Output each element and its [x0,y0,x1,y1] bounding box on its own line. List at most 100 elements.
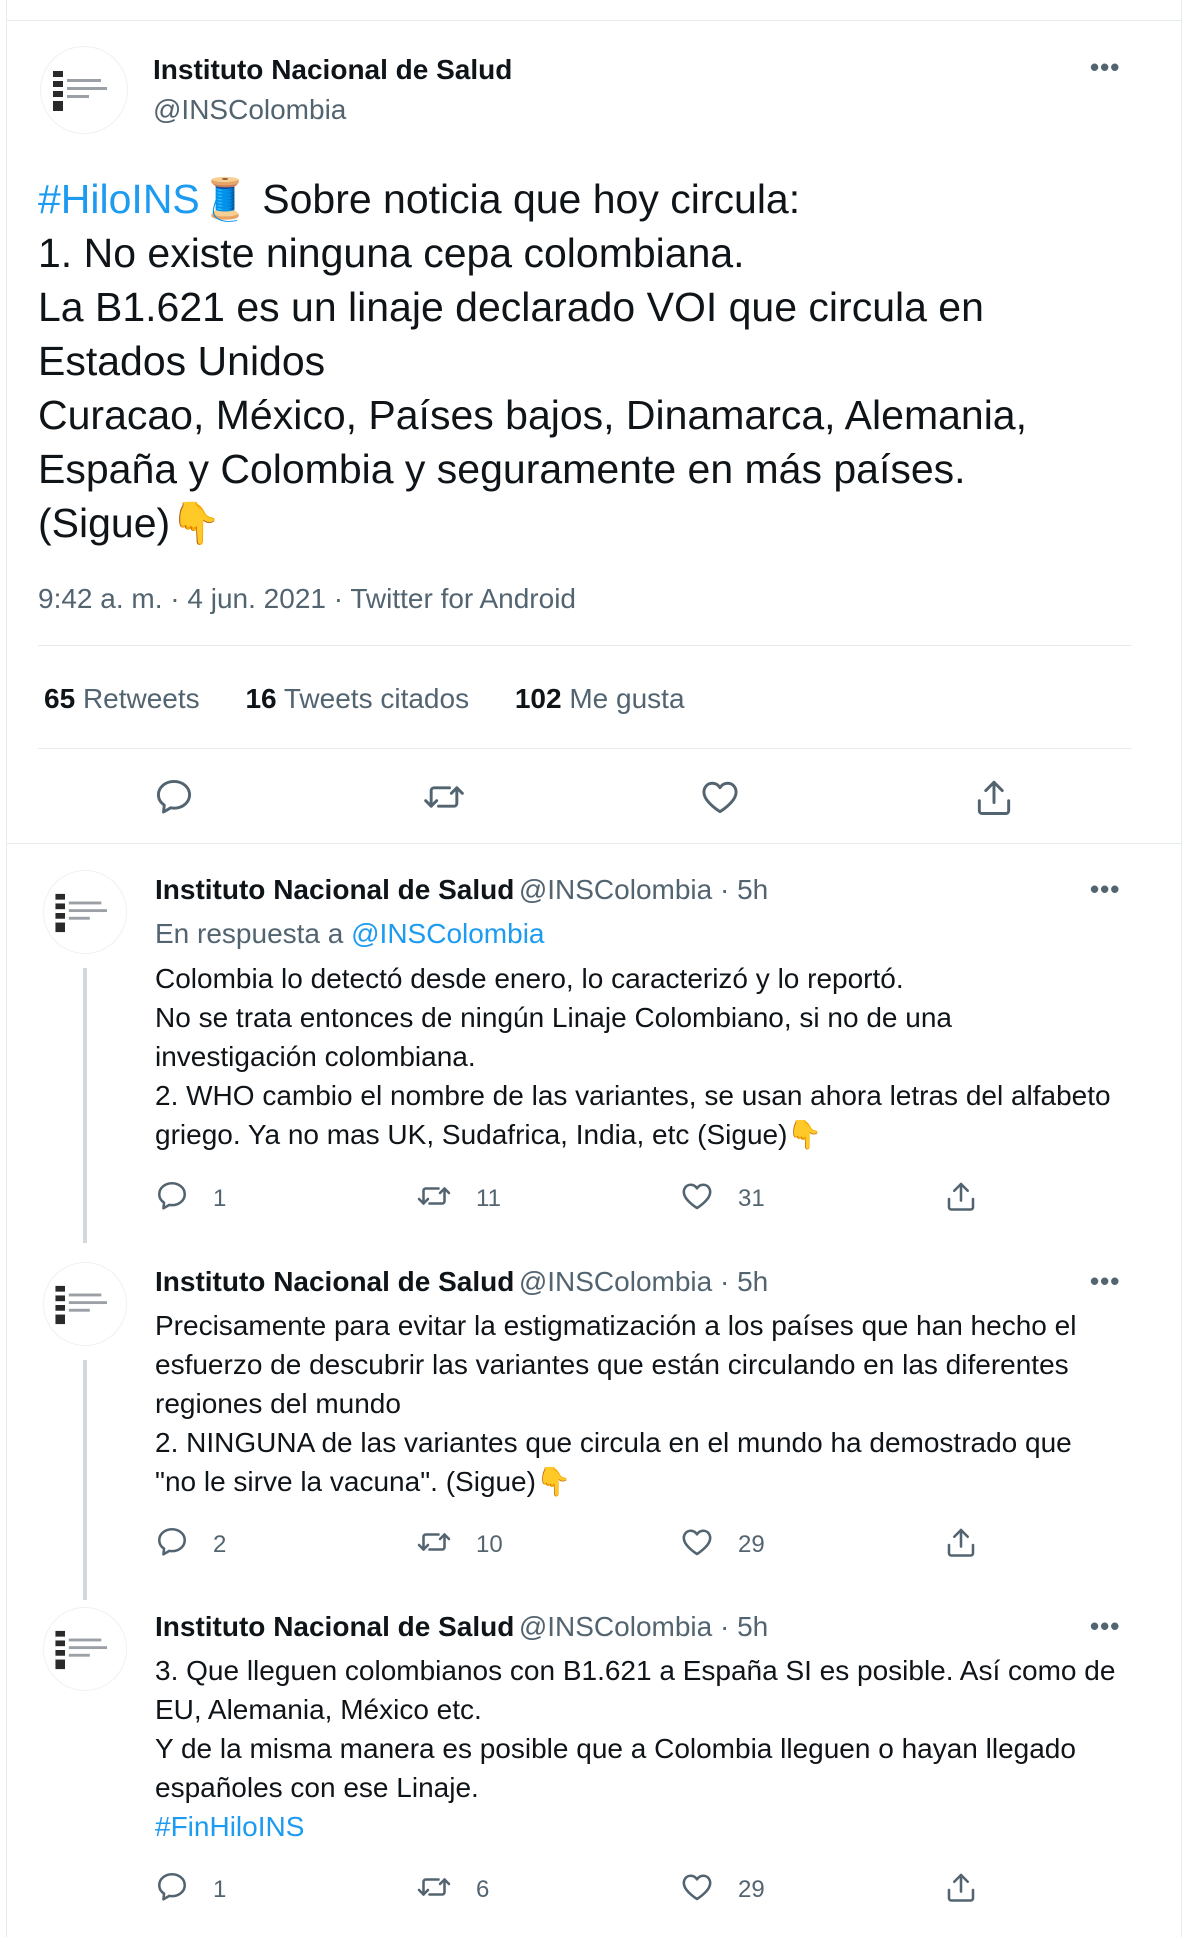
divider [38,645,1132,646]
author-handle[interactable]: @INSColombia [153,94,346,126]
heart-icon[interactable] [698,775,742,819]
reply-line: griego. Ya no mas UK, Sudafrica, India, … [155,1115,1155,1154]
more-icon[interactable]: ••• [1090,52,1120,83]
author-handle[interactable]: @INSColombia · 5h [519,1611,768,1642]
reply-line: 3. Que lleguen colombianos con B1.621 a … [155,1655,1116,1686]
more-icon[interactable]: ••• [1090,1266,1120,1297]
tweet-line-text: (Sigue) [38,500,171,546]
retweet-icon[interactable] [416,1524,452,1560]
author-name[interactable]: Instituto Nacional de Salud [155,1611,514,1642]
author-name[interactable]: Instituto Nacional de Salud [155,1266,514,1297]
likes-label: Me gusta [569,683,685,714]
reply-text: 3. Que lleguen colombianos con B1.621 a … [155,1651,1155,1846]
tweet-line-text: Sobre noticia que hoy circula: [262,176,801,222]
reply-header: Instituto Nacional de Salud @INSColombia… [155,1266,768,1298]
reply-count: 1 [213,1876,227,1903]
retweets-stat[interactable]: 65 Retweets [44,683,200,714]
reply-line: EU, Alemania, México etc. [155,1694,482,1725]
reply-header: Instituto Nacional de Salud @INSColombia… [155,1611,768,1643]
avatar[interactable] [40,46,128,134]
author-name[interactable]: Instituto Nacional de Salud [155,874,514,905]
reply-count: 1 [213,1185,227,1212]
thread-connector [83,1360,87,1600]
tweet-timestamp[interactable]: 9:42 a. m. · 4 jun. 2021 · Twitter for A… [38,583,576,615]
reply-to: En respuesta a @INSColombia [155,918,545,950]
retweets-label: Retweets [82,683,200,714]
retweets-count: 65 [44,683,76,714]
like-count: 29 [738,1876,765,1903]
reply-count: 2 [213,1531,227,1558]
tweet-line-3: La B1.621 es un linaje declarado VOI que… [38,284,984,330]
reply-text: Colombia lo detectó desde enero, lo cara… [155,959,1155,1154]
reply-icon[interactable] [154,1524,190,1560]
thread-connector [83,968,87,1243]
hashtag-link[interactable]: #HiloINS [38,176,200,222]
avatar[interactable] [43,1262,127,1346]
author-handle[interactable]: @INSColombia · 5h [519,874,768,905]
tweet-stats: 65 Retweets 16 Tweets citados 102 Me gus… [44,683,723,715]
reply-line: No se trata entonces de ningún Linaje Co… [155,1002,952,1033]
like-count: 31 [738,1185,765,1212]
like-count: 29 [738,1531,765,1558]
ins-logo-icon [53,71,107,111]
reply-line: 2. NINGUNA de las variantes que circula … [155,1427,1072,1458]
reply-line: Precisamente para evitar la estigmatizac… [155,1310,1077,1341]
avatar[interactable] [43,870,127,954]
reply-line: esfuerzo de descubrir las variantes que … [155,1349,1069,1380]
retweet-count: 6 [476,1876,490,1903]
retweet-count: 10 [476,1531,503,1558]
author-handle[interactable]: @INSColombia · 5h [519,1266,768,1297]
likes-stat[interactable]: 102 Me gusta [515,683,685,714]
share-icon[interactable] [943,1869,979,1905]
avatar[interactable] [43,1607,127,1691]
reply-line: Colombia lo detectó desde enero, lo cara… [155,963,904,994]
share-icon[interactable] [972,775,1016,819]
more-icon[interactable]: ••• [1090,1611,1120,1642]
likes-count: 102 [514,683,562,714]
tweet-line-4: Estados Unidos [38,338,326,384]
pointing-down-emoji: 👇 [787,1118,823,1151]
tweet-line-5: Curacao, México, Países bajos, Dinamarca… [38,392,1028,438]
top-divider [6,20,1182,21]
hashtag-link[interactable]: #FinHiloINS [155,1807,1155,1846]
retweet-icon[interactable] [416,1178,452,1214]
reply-line: "no le sirve la vacuna". (Sigue)👇 [155,1462,1155,1501]
reply-line-text: griego. Ya no mas UK, Sudafrica, India, … [155,1119,788,1150]
pointing-down-emoji: 👇 [170,499,222,547]
divider [38,748,1132,749]
tweet-line-7: (Sigue)👇 [38,496,1158,550]
reply-to-label: En respuesta a [155,918,344,949]
author-name[interactable]: Instituto Nacional de Salud [153,54,512,86]
quotes-stat[interactable]: 16 Tweets citados [245,683,469,714]
reply-line: investigación colombiana. [155,1041,476,1072]
share-icon[interactable] [943,1178,979,1214]
thread-emoji: 🧵 [199,175,251,223]
ins-logo-icon [55,1630,107,1670]
heart-icon[interactable] [679,1178,715,1214]
reply-icon[interactable] [154,1178,190,1214]
tweet-text: #HiloINS🧵 Sobre noticia que hoy circula:… [38,172,1158,550]
heart-icon[interactable] [679,1524,715,1560]
reply-icon[interactable] [152,775,196,819]
retweet-icon[interactable] [416,1869,452,1905]
share-icon[interactable] [943,1524,979,1560]
reply-line-text: "no le sirve la vacuna". (Sigue) [155,1466,536,1497]
retweet-icon[interactable] [422,775,466,819]
reply-icon[interactable] [154,1869,190,1905]
section-divider [6,843,1182,844]
reply-line: regiones del mundo [155,1388,401,1419]
reply-text: Precisamente para evitar la estigmatizac… [155,1306,1155,1501]
reply-line: Y de la misma manera es posible que a Co… [155,1733,1076,1764]
reply-to-handle-link[interactable]: @INSColombia [351,918,544,949]
ins-logo-icon [55,1285,107,1325]
tweet-line-6: España y Colombia y seguramente en más p… [38,446,966,492]
ins-logo-icon [55,893,107,933]
tweet-line-1: #HiloINS🧵 Sobre noticia que hoy circula: [38,172,1158,226]
reply-line: 2. WHO cambio el nombre de las variantes… [155,1080,1111,1111]
quotes-count: 16 [245,683,277,714]
tweet-line-2: 1. No existe ninguna cepa colombiana. [38,230,745,276]
pointing-down-emoji: 👇 [535,1465,571,1498]
more-icon[interactable]: ••• [1090,874,1120,905]
heart-icon[interactable] [679,1869,715,1905]
reply-line: españoles con ese Linaje. [155,1772,479,1803]
